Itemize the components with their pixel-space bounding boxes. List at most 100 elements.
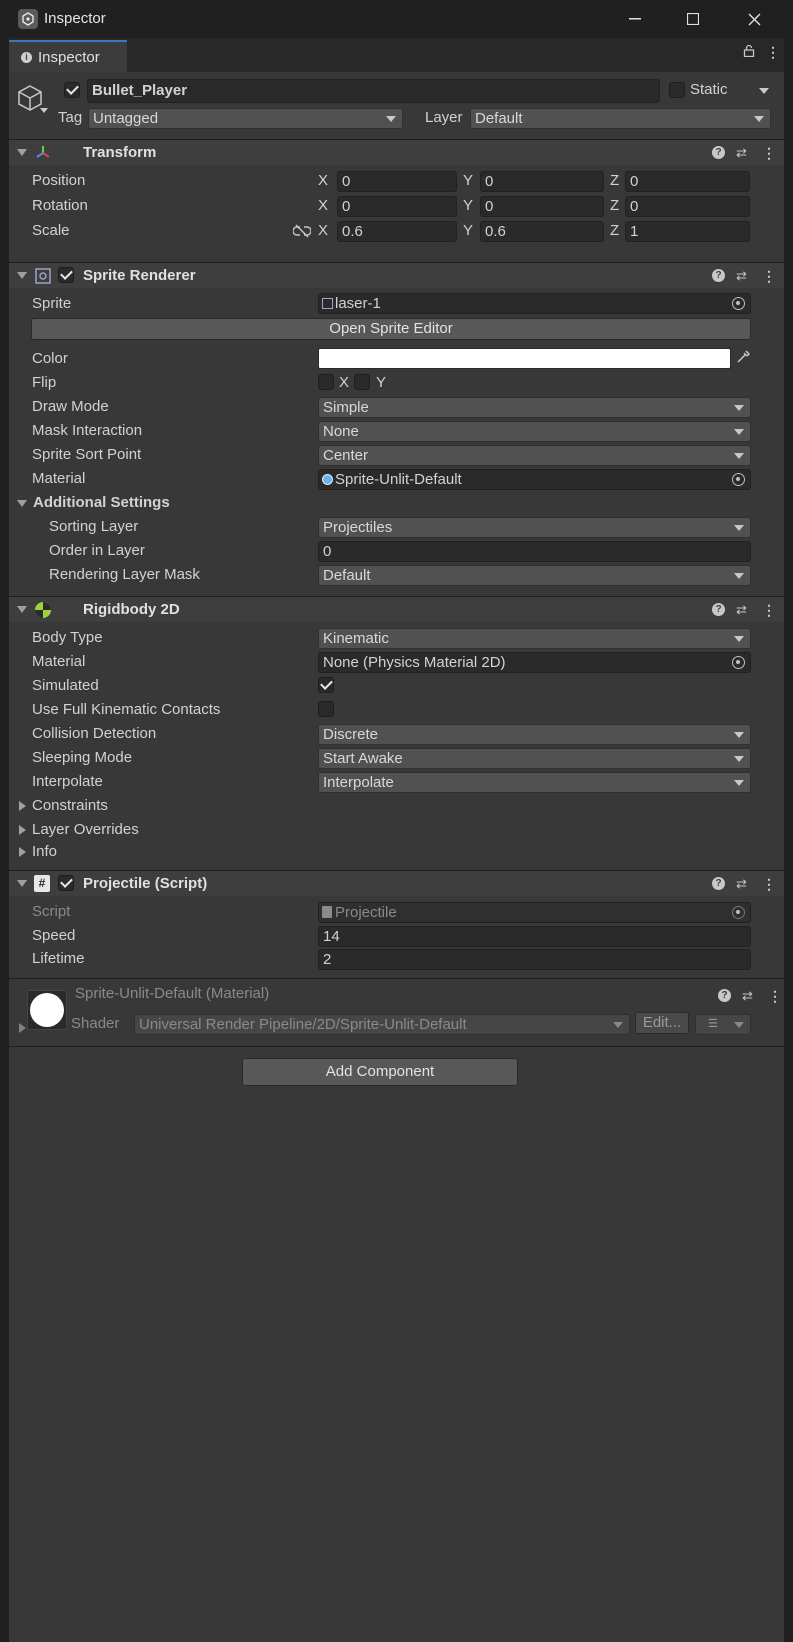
- material-preview-sphere: [30, 993, 64, 1027]
- constrain-proportions-icon[interactable]: [292, 224, 312, 241]
- static-checkbox[interactable]: [669, 82, 685, 98]
- mask-interaction-label: Mask Interaction: [32, 422, 143, 439]
- foldout-icon[interactable]: [17, 606, 27, 613]
- full-kinematic-contacts-checkbox[interactable]: [318, 701, 334, 717]
- projectile-script-header[interactable]: # Projectile (Script) ? ⇄ ⋮: [9, 870, 784, 896]
- static-dropdown-icon[interactable]: [759, 88, 769, 94]
- active-checkbox[interactable]: [64, 82, 80, 98]
- material-object-field[interactable]: Sprite-Unlit-Default: [318, 469, 751, 490]
- chevron-down-icon: [386, 116, 396, 122]
- simulated-label: Simulated: [32, 677, 99, 694]
- lifetime-input[interactable]: 2: [318, 949, 751, 970]
- presets-icon[interactable]: ⇄: [736, 876, 747, 892]
- help-icon[interactable]: ?: [718, 989, 731, 1002]
- help-icon[interactable]: ?: [712, 269, 725, 282]
- edit-shader-button[interactable]: Edit...: [635, 1012, 689, 1034]
- info-foldout-icon[interactable]: [19, 847, 26, 857]
- axis-z-label: Z: [610, 172, 620, 189]
- help-icon[interactable]: ?: [712, 877, 725, 890]
- rigidbody2d-header[interactable]: Rigidbody 2D ? ⇄ ⋮: [9, 596, 784, 622]
- presets-icon[interactable]: ⇄: [736, 268, 747, 284]
- foldout-icon[interactable]: [17, 880, 27, 887]
- component-menu-icon[interactable]: ⋮: [762, 876, 776, 893]
- component-header-icons: ? ⇄ ⋮: [712, 145, 776, 162]
- constraints-label[interactable]: Constraints: [32, 797, 108, 814]
- simulated-checkbox[interactable]: [318, 677, 334, 693]
- projectile-enabled-checkbox[interactable]: [58, 875, 74, 891]
- chevron-down-icon: [734, 732, 744, 738]
- sprite-renderer-header[interactable]: Sprite Renderer ? ⇄ ⋮: [9, 262, 784, 288]
- mask-interaction-value: None: [323, 423, 359, 440]
- tab-menu-icon[interactable]: ⋮: [766, 44, 780, 61]
- layer-overrides-label[interactable]: Layer Overrides: [32, 821, 139, 838]
- object-picker-icon[interactable]: [732, 656, 745, 669]
- minimize-button[interactable]: [606, 0, 664, 38]
- rendering-layer-mask-dropdown[interactable]: Default: [318, 565, 751, 586]
- chevron-down-icon: [734, 573, 744, 579]
- object-picker-icon[interactable]: [732, 297, 745, 310]
- maximize-button[interactable]: [664, 0, 722, 38]
- additional-settings-label[interactable]: Additional Settings: [33, 494, 170, 511]
- speed-input[interactable]: 14: [318, 926, 751, 947]
- axis-y-label: Y: [463, 172, 474, 189]
- open-sprite-editor-button[interactable]: Open Sprite Editor: [31, 318, 751, 340]
- tab-inspector[interactable]: i Inspector: [9, 40, 127, 72]
- component-menu-icon[interactable]: ⋮: [762, 145, 776, 162]
- physics-material-field[interactable]: None (Physics Material 2D): [318, 652, 751, 673]
- order-in-layer-input[interactable]: 0: [318, 541, 751, 562]
- icon-picker-caret-icon[interactable]: [40, 108, 48, 113]
- axis-z-label: Z: [610, 197, 620, 214]
- position-x-input[interactable]: 0: [337, 171, 457, 192]
- layer-dropdown[interactable]: Default: [470, 108, 771, 129]
- layer-label: Layer: [425, 109, 463, 126]
- foldout-icon[interactable]: [17, 272, 27, 279]
- inspector-panel: i Inspector ⋮ Bullet_Player Static Tag U…: [9, 38, 784, 1642]
- scale-x-input[interactable]: 0.6: [337, 221, 457, 242]
- object-picker-icon[interactable]: [732, 473, 745, 486]
- close-button[interactable]: [725, 0, 783, 38]
- flip-x-checkbox[interactable]: [318, 374, 334, 390]
- rotation-x-input[interactable]: 0: [337, 196, 457, 217]
- position-z-input[interactable]: 0: [625, 171, 750, 192]
- presets-icon[interactable]: ⇄: [742, 988, 753, 1004]
- add-component-button[interactable]: Add Component: [242, 1058, 518, 1086]
- help-icon[interactable]: ?: [712, 146, 725, 159]
- component-menu-icon[interactable]: ⋮: [768, 988, 782, 1005]
- color-swatch[interactable]: [318, 348, 731, 369]
- shader-options-dropdown[interactable]: ☰: [695, 1014, 751, 1035]
- body-type-dropdown[interactable]: Kinematic: [318, 628, 751, 649]
- presets-icon[interactable]: ⇄: [736, 602, 747, 618]
- rotation-z-input[interactable]: 0: [625, 196, 750, 217]
- component-menu-icon[interactable]: ⋮: [762, 602, 776, 619]
- mask-interaction-dropdown[interactable]: None: [318, 421, 751, 442]
- lock-icon[interactable]: [743, 44, 755, 60]
- component-menu-icon[interactable]: ⋮: [762, 268, 776, 285]
- collision-detection-dropdown[interactable]: Discrete: [318, 724, 751, 745]
- sprite-sort-point-dropdown[interactable]: Center: [318, 445, 751, 466]
- tag-dropdown[interactable]: Untagged: [88, 108, 403, 129]
- help-icon[interactable]: ?: [712, 603, 725, 616]
- material-foldout-icon[interactable]: [19, 1023, 26, 1033]
- draw-mode-dropdown[interactable]: Simple: [318, 397, 751, 418]
- constraints-foldout-icon[interactable]: [19, 801, 26, 811]
- object-name-input[interactable]: Bullet_Player: [87, 79, 660, 103]
- shader-dropdown[interactable]: Universal Render Pipeline/2D/Sprite-Unli…: [134, 1014, 630, 1035]
- sleeping-mode-dropdown[interactable]: Start Awake: [318, 748, 751, 769]
- position-y-input[interactable]: 0: [480, 171, 604, 192]
- sorting-layer-dropdown[interactable]: Projectiles: [318, 517, 751, 538]
- rigidbody2d-title: Rigidbody 2D: [83, 601, 180, 618]
- eyedropper-icon[interactable]: [735, 349, 751, 368]
- rotation-y-input[interactable]: 0: [480, 196, 604, 217]
- presets-icon[interactable]: ⇄: [736, 145, 747, 161]
- info-label[interactable]: Info: [32, 843, 57, 860]
- scale-y-input[interactable]: 0.6: [480, 221, 604, 242]
- layer-overrides-foldout-icon[interactable]: [19, 825, 26, 835]
- scale-z-input[interactable]: 1: [625, 221, 750, 242]
- additional-settings-foldout-icon[interactable]: [17, 500, 27, 507]
- flip-y-checkbox[interactable]: [354, 374, 370, 390]
- foldout-icon[interactable]: [17, 149, 27, 156]
- sprite-object-field[interactable]: laser-1: [318, 293, 751, 314]
- interpolate-dropdown[interactable]: Interpolate: [318, 772, 751, 793]
- transform-header[interactable]: Transform ? ⇄ ⋮: [9, 139, 784, 165]
- sprite-renderer-enabled-checkbox[interactable]: [58, 267, 74, 283]
